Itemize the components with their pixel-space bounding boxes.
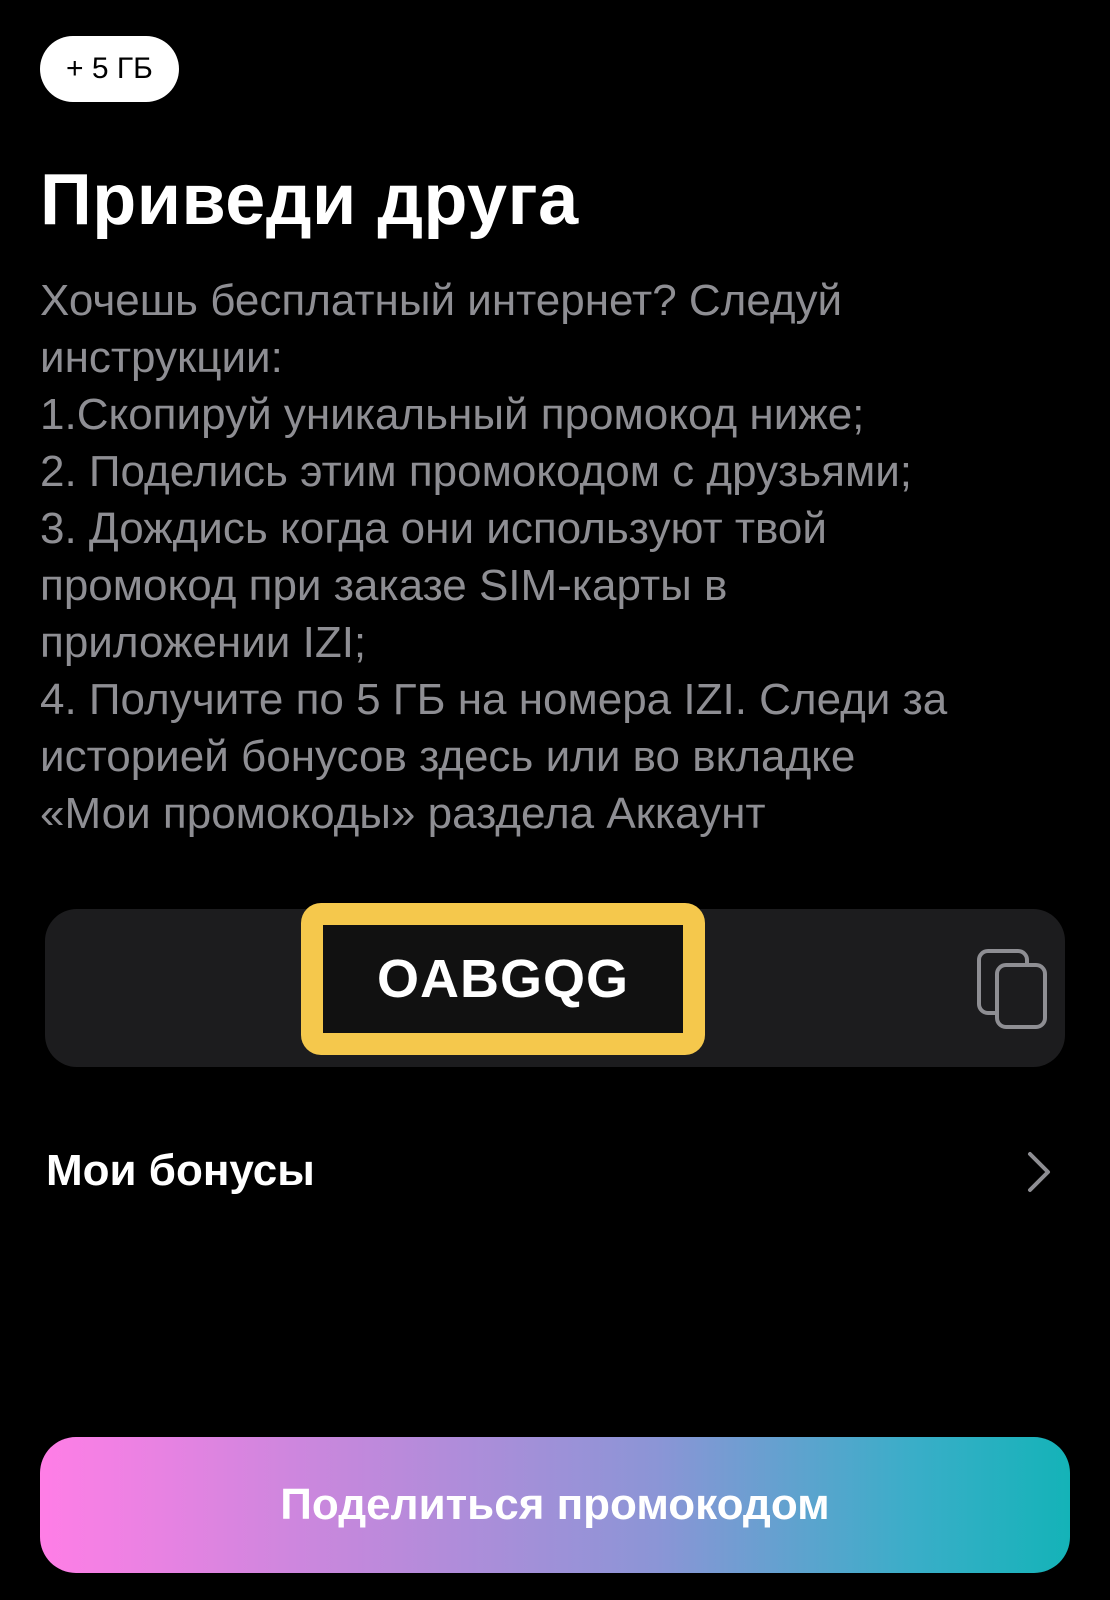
- instructions-text: Хочешь бесплатный интернет? Следуй инстр…: [40, 272, 1080, 842]
- page-title: Приведи друга: [40, 160, 579, 240]
- my-bonuses-label: Мои бонусы: [46, 1146, 315, 1195]
- instructions-line: Хочешь бесплатный интернет? Следуй: [40, 276, 843, 325]
- instructions-line: 1.Скопируй уникальный промокод ниже;: [40, 390, 865, 439]
- copy-icon: [977, 949, 1047, 1029]
- instructions-line: 4. Получите по 5 ГБ на номера IZI. Следи…: [40, 675, 948, 724]
- promo-code-highlight: OABGQG: [301, 903, 705, 1055]
- instructions-line: историей бонусов здесь или во вкладке: [40, 732, 856, 781]
- instructions-line: 2. Поделись этим промокодом с друзьями;: [40, 447, 913, 496]
- copy-button[interactable]: [975, 947, 1055, 1033]
- bonus-badge: + 5 ГБ: [40, 36, 179, 102]
- instructions-line: приложении IZI;: [40, 618, 367, 667]
- instructions-line: инструкции:: [40, 333, 283, 382]
- instructions-line: 3. Дождись когда они используют твой: [40, 504, 827, 553]
- chevron-right-icon: [1028, 1152, 1050, 1192]
- share-promo-label: Поделиться промокодом: [280, 1480, 830, 1529]
- my-bonuses-row[interactable]: Мои бонусы: [46, 1140, 1056, 1202]
- promo-code-value[interactable]: OABGQG: [323, 925, 683, 1033]
- instructions-line: промокод при заказе SIM-карты в: [40, 561, 728, 610]
- instructions-line: «Мои промокоды» раздела Аккаунт: [40, 789, 766, 838]
- share-promo-button[interactable]: Поделиться промокодом: [40, 1437, 1070, 1573]
- promo-code-card: OABGQG: [45, 903, 1065, 1067]
